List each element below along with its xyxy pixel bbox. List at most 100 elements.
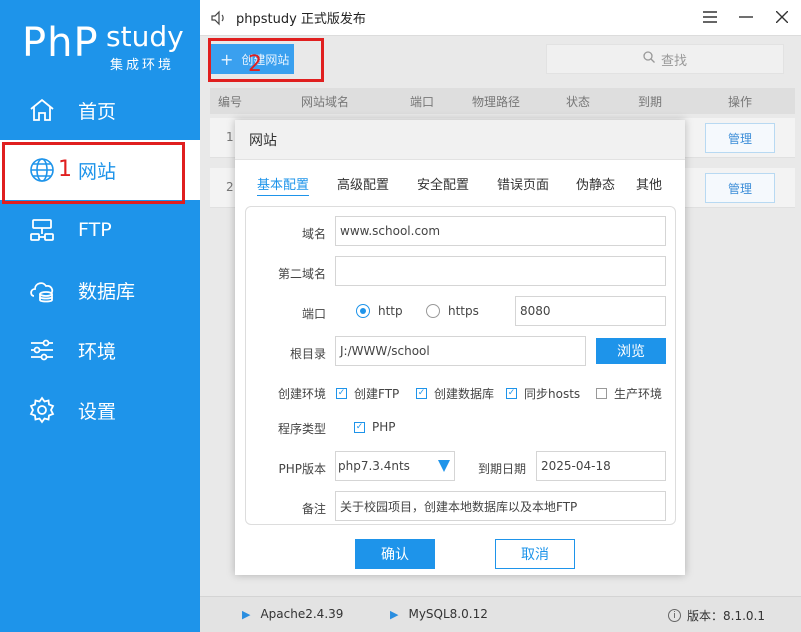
- second-domain-input[interactable]: [335, 256, 666, 286]
- row-index: 2: [226, 180, 234, 194]
- port-label: 端口: [301, 307, 326, 321]
- close-icon[interactable]: [771, 6, 793, 28]
- tab-error-pages[interactable]: 错误页面: [497, 174, 549, 193]
- production-env-checkbox[interactable]: 生产环境: [596, 385, 662, 402]
- website-dialog: 网站 基本配置 高级配置 安全配置 错误页面 伪静态 其他 域名 www.sch…: [235, 120, 685, 575]
- menu-icon[interactable]: [699, 6, 721, 28]
- create-env-label: 创建环境: [277, 387, 326, 401]
- logo-php-text: PhP: [22, 20, 99, 66]
- port-input[interactable]: 8080: [515, 296, 666, 326]
- app-logo: PhP study 集成环境: [22, 18, 192, 78]
- window-title: phpstudy 正式版发布: [236, 12, 366, 27]
- confirm-button[interactable]: 确认: [355, 539, 435, 569]
- create-database-label: 创建数据库: [434, 387, 495, 401]
- domain-input[interactable]: www.school.com: [335, 216, 666, 246]
- sidebar-item-label: 首页: [78, 100, 117, 123]
- highlight-box-website: [2, 142, 185, 204]
- tab-other[interactable]: 其他: [636, 174, 662, 193]
- remark-input[interactable]: 关于校园项目，创建本地数据库以及本地FTP: [335, 491, 666, 521]
- sidebar-item-database[interactable]: 数据库: [0, 260, 200, 320]
- row-index: 1: [226, 130, 234, 144]
- program-type-label: 程序类型: [277, 422, 326, 436]
- dialog-header: 网站: [235, 120, 685, 160]
- search-icon: [643, 51, 655, 67]
- cancel-button[interactable]: 取消: [495, 539, 575, 569]
- sidebar-item-ftp[interactable]: FTP: [0, 200, 200, 260]
- ftp-icon: [28, 216, 56, 244]
- manage-button[interactable]: 管理: [705, 123, 775, 153]
- play-icon: ▶: [242, 607, 251, 621]
- sync-hosts-checkbox[interactable]: ✓ 同步hosts: [506, 385, 580, 402]
- unchecked-box-icon: [596, 388, 607, 399]
- sidebar-nav: 首页 网站 FTP 数据库 环境 设置: [0, 80, 200, 440]
- tab-basic-config[interactable]: 基本配置: [257, 174, 310, 196]
- http-radio[interactable]: http: [356, 304, 403, 318]
- column-header-domain: 网站域名: [301, 95, 350, 109]
- sidebar-item-environment[interactable]: 环境: [0, 320, 200, 380]
- gear-icon: [28, 396, 56, 424]
- expire-date-input[interactable]: 2025-04-18: [536, 451, 666, 481]
- php-checkbox[interactable]: ✓ PHP: [354, 420, 396, 434]
- apache-label: Apache2.4.39: [260, 607, 344, 621]
- home-icon: [28, 96, 56, 124]
- column-header-status: 状态: [566, 95, 591, 109]
- root-dir-input[interactable]: J:/WWW/school: [335, 336, 586, 366]
- sidebar-item-home[interactable]: 首页: [0, 80, 200, 140]
- http-label: http: [378, 304, 403, 318]
- tab-security-config[interactable]: 安全配置: [417, 174, 469, 193]
- checkmark-icon: ✓: [416, 388, 427, 399]
- sidebar-item-label: 设置: [78, 400, 117, 423]
- create-ftp-checkbox[interactable]: ✓ 创建FTP: [336, 385, 399, 402]
- checkmark-icon: ✓: [506, 388, 517, 399]
- php-version-select[interactable]: php7.3.4nts: [335, 451, 455, 481]
- play-icon: ▶: [390, 607, 399, 621]
- column-header-id: 编号: [218, 95, 243, 109]
- sidebar-item-settings[interactable]: 设置: [0, 380, 200, 440]
- highlight-box-create: [208, 38, 324, 82]
- annotation-number-2: 2: [248, 52, 262, 77]
- search-placeholder: 查找: [660, 53, 687, 69]
- column-header-expire: 到期: [638, 95, 663, 109]
- speaker-icon: [211, 10, 224, 25]
- info-icon: i: [668, 609, 681, 622]
- mysql-status[interactable]: ▶ MySQL8.0.12: [390, 607, 488, 621]
- sliders-icon: [28, 336, 56, 364]
- radio-checked-icon: [356, 304, 370, 318]
- browse-button[interactable]: 浏览: [596, 338, 666, 364]
- create-database-checkbox[interactable]: ✓ 创建数据库: [416, 385, 494, 402]
- radio-unchecked-icon: [426, 304, 440, 318]
- logo-subtitle: 集成环境: [110, 58, 175, 73]
- mysql-label: MySQL8.0.12: [408, 607, 488, 621]
- second-domain-label: 第二域名: [277, 267, 326, 281]
- column-header-action: 操作: [728, 95, 753, 109]
- remark-label: 备注: [301, 502, 326, 516]
- dialog-title: 网站: [249, 132, 277, 149]
- annotation-number-1: 1: [58, 157, 72, 182]
- production-env-label: 生产环境: [614, 387, 663, 401]
- https-radio[interactable]: https: [426, 304, 479, 318]
- tab-rewrite[interactable]: 伪静态: [576, 174, 615, 193]
- search-input[interactable]: 查找: [546, 44, 784, 74]
- manage-button[interactable]: 管理: [705, 173, 775, 203]
- sidebar-item-label: 数据库: [78, 280, 136, 303]
- logo-study-text: study: [106, 20, 184, 53]
- minimize-icon[interactable]: [735, 6, 757, 28]
- dialog-tabs: 基本配置 高级配置 安全配置 错误页面 伪静态 其他: [257, 174, 677, 196]
- expire-date-label: 到期日期: [477, 462, 526, 476]
- title-bar: phpstudy 正式版发布: [200, 0, 801, 36]
- https-label: https: [448, 304, 479, 318]
- checkmark-icon: ✓: [354, 421, 365, 433]
- php-version-value: php7.3.4nts: [338, 459, 410, 473]
- status-bar: ▶ Apache2.4.39 ▶ MySQL8.0.12 i 版本：8.1.0.…: [200, 596, 801, 632]
- sidebar-item-label: 环境: [78, 340, 117, 363]
- sidebar-item-label: FTP: [78, 219, 112, 241]
- create-ftp-label: 创建FTP: [354, 387, 400, 401]
- domain-label: 域名: [301, 227, 326, 241]
- version-label: 版本：8.1.0.1: [687, 609, 765, 623]
- sync-hosts-label: 同步hosts: [524, 387, 581, 401]
- sidebar: PhP study 集成环境 首页 网站 FTP 数据库 环境 设置: [0, 0, 200, 632]
- tab-advanced-config[interactable]: 高级配置: [337, 174, 389, 193]
- php-label: PHP: [372, 420, 396, 434]
- apache-status[interactable]: ▶ Apache2.4.39: [242, 607, 343, 621]
- basic-config-form: 域名 www.school.com 第二域名 端口 http https 808…: [245, 206, 676, 525]
